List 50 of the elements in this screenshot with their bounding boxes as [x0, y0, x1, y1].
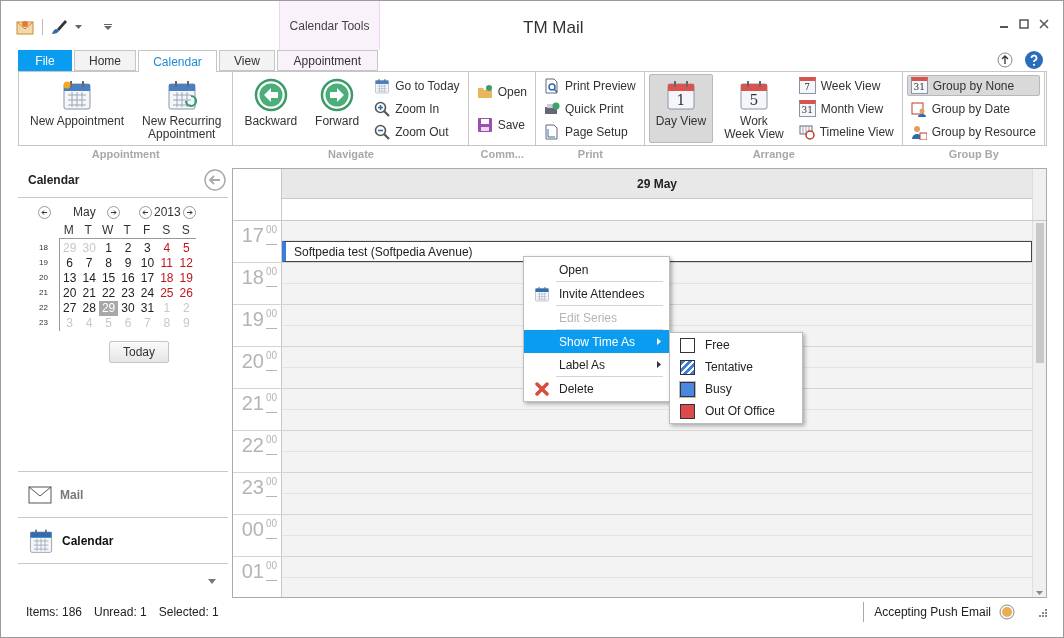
- week-number: 22: [38, 302, 49, 314]
- hour-label: 21: [241, 392, 264, 416]
- minutes-label: 00: [265, 560, 277, 581]
- group-label: Arrange: [751, 147, 796, 162]
- minutes-label: 00: [265, 224, 277, 245]
- status-text: Items: 186: [26, 604, 83, 621]
- sidebar-title: Calendar: [28, 172, 80, 189]
- week-number: 18: [38, 242, 49, 254]
- minutes-label: 00: [265, 266, 277, 287]
- minutes-label: 00: [265, 434, 277, 455]
- connection-status: Accepting Push Email: [874, 604, 991, 621]
- group-label: Group By: [947, 147, 1000, 162]
- status-text: Selected: 1: [158, 604, 219, 621]
- calendar-icon: 31: [910, 77, 928, 94]
- hour-label: 00: [241, 518, 264, 542]
- group-label: Navigate: [327, 147, 375, 162]
- week-number: 21: [38, 287, 49, 299]
- hour-label: 17: [241, 224, 264, 248]
- group-label: Appointment: [90, 147, 161, 162]
- group-label: Comm...: [479, 147, 525, 162]
- weekday-label: F: [142, 221, 152, 239]
- week-number: 20: [38, 272, 49, 284]
- minutes-label: 00: [265, 518, 277, 539]
- weekday-label: W: [101, 221, 115, 239]
- hour-label: 01: [241, 560, 264, 584]
- weekday-label: T: [122, 221, 132, 239]
- calendar-icon: 31: [798, 100, 816, 117]
- hour-label: 19: [241, 308, 264, 332]
- minutes-label: 00: [265, 308, 277, 329]
- hour-label: 20: [241, 350, 264, 374]
- week-number: 23: [38, 317, 49, 329]
- date-header: 29 May: [282, 169, 1032, 199]
- minutes-label: 00: [265, 350, 277, 371]
- year-label: 2013: [154, 204, 181, 221]
- status-text: Unread: 1: [94, 604, 147, 621]
- weekday-label: M: [62, 221, 75, 239]
- hour-label: 18: [241, 266, 264, 290]
- week-number: 19: [38, 257, 49, 269]
- weekday-label: S: [180, 221, 191, 239]
- hour-label: 23: [241, 476, 264, 500]
- weekday-label: S: [161, 221, 172, 239]
- calendar-icon: 7: [798, 77, 816, 94]
- contextual-tab-header: Calendar Tools: [279, 1, 380, 50]
- group-label: Print: [576, 147, 604, 162]
- month-label: May: [73, 204, 97, 221]
- minutes-label: 00: [265, 392, 277, 413]
- hour-label: 22: [241, 434, 264, 458]
- minutes-label: 00: [265, 476, 277, 497]
- weekday-label: T: [83, 221, 93, 239]
- window-title: TM Mail: [523, 17, 584, 39]
